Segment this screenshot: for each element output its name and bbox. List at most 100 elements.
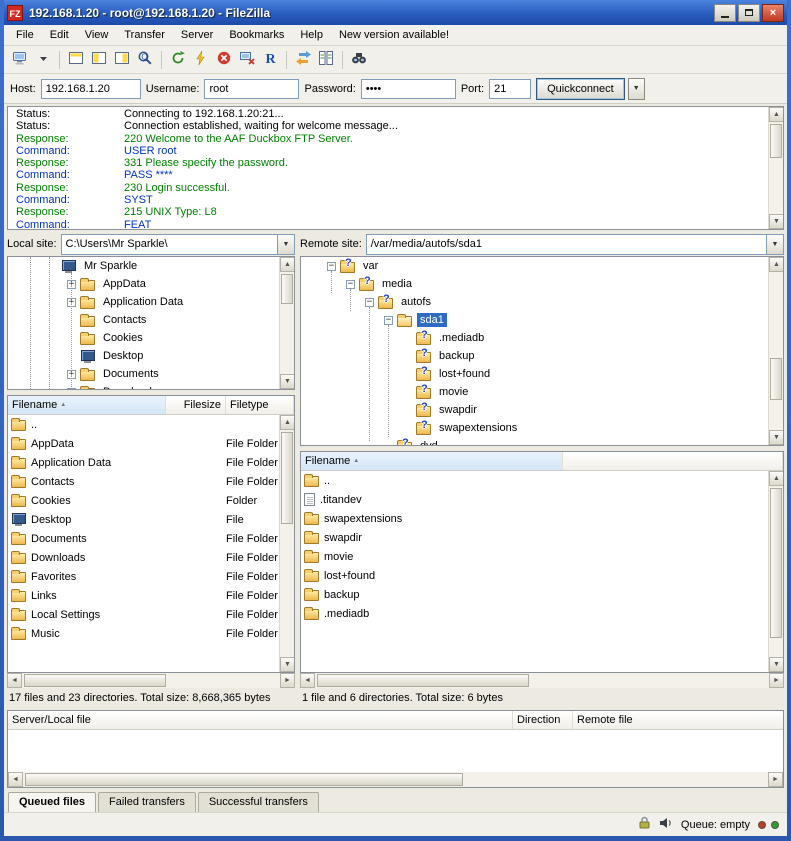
column-header-filename[interactable]: Filename▲ xyxy=(301,452,563,470)
directory-comparison-button[interactable] xyxy=(292,49,314,71)
tree-item-swapextensions[interactable]: ?swapextensions xyxy=(301,419,783,437)
scroll-up-icon[interactable]: ▲ xyxy=(769,107,784,122)
tree-item-mediadb[interactable]: ?.mediadb xyxy=(301,329,783,347)
site-manager-button[interactable] xyxy=(9,49,31,71)
scroll-right-icon[interactable]: ► xyxy=(280,673,295,688)
local-tree-scrollbar[interactable]: ▲ ▼ xyxy=(279,257,294,389)
scroll-thumb[interactable] xyxy=(770,124,782,158)
local-horizontal-scrollbar[interactable]: ◄ ► xyxy=(7,673,295,688)
host-input[interactable] xyxy=(41,79,141,99)
scroll-left-icon[interactable]: ◄ xyxy=(8,772,23,787)
remote-site-dropdown-icon[interactable]: ▼ xyxy=(766,235,783,254)
scroll-down-icon[interactable]: ▼ xyxy=(769,214,784,229)
disconnect-button[interactable] xyxy=(236,49,258,71)
file-row-up[interactable]: .. xyxy=(8,415,279,434)
scroll-down-icon[interactable]: ▼ xyxy=(280,657,295,672)
tab-queued-files[interactable]: Queued files xyxy=(8,792,96,812)
log-view-toggle-button[interactable] xyxy=(65,49,87,71)
local-site-combo[interactable]: C:\Users\Mr Sparkle\ ▼ xyxy=(61,234,295,255)
file-row-links[interactable]: LinksFile Folder xyxy=(8,586,279,605)
tree-item-mr-sparkle[interactable]: Mr Sparkle xyxy=(8,257,294,275)
quickconnect-button[interactable]: Quickconnect xyxy=(536,78,625,100)
tree-item-dvd[interactable]: ?dvd xyxy=(301,437,783,446)
file-row-downloads[interactable]: DownloadsFile Folder xyxy=(8,548,279,567)
synchronized-browsing-button[interactable] xyxy=(315,49,337,71)
local-list-scrollbar[interactable]: ▲ ▼ xyxy=(279,415,294,672)
port-input[interactable] xyxy=(489,79,531,99)
file-row-up[interactable]: .. xyxy=(301,471,768,490)
process-queue-button[interactable] xyxy=(190,49,212,71)
scroll-thumb[interactable] xyxy=(25,773,463,786)
column-header-filetype[interactable]: Filetype xyxy=(226,396,294,414)
scroll-track[interactable] xyxy=(315,673,769,688)
close-button[interactable]: × xyxy=(762,4,784,22)
title-bar[interactable]: FZ 192.168.1.20 - root@192.168.1.20 - Fi… xyxy=(4,0,787,25)
column-header-direction[interactable]: Direction xyxy=(513,711,573,729)
menu-item-transfer[interactable]: Transfer xyxy=(116,26,173,44)
collapse-icon[interactable]: − xyxy=(384,316,393,325)
site-manager-dropdown-button[interactable] xyxy=(32,49,54,71)
scroll-track[interactable] xyxy=(769,122,783,214)
menu-item-view[interactable]: View xyxy=(77,26,117,44)
tree-item-desktop[interactable]: Desktop xyxy=(8,347,294,365)
refresh-button[interactable] xyxy=(167,49,189,71)
collapse-icon[interactable]: − xyxy=(327,262,336,271)
reconnect-button[interactable]: R xyxy=(259,49,281,71)
tree-item-media[interactable]: −?media xyxy=(301,275,783,293)
scroll-thumb[interactable] xyxy=(281,274,293,304)
file-row-swapextensions[interactable]: swapextensions xyxy=(301,509,768,528)
menu-item-help[interactable]: Help xyxy=(292,26,331,44)
tree-item-swapdir[interactable]: ?swapdir xyxy=(301,401,783,419)
tree-item-cookies[interactable]: Cookies xyxy=(8,329,294,347)
scroll-up-icon[interactable]: ▲ xyxy=(769,471,784,486)
scroll-left-icon[interactable]: ◄ xyxy=(300,673,315,688)
scroll-down-icon[interactable]: ▼ xyxy=(769,430,784,445)
file-row-mediadb[interactable]: .mediadb xyxy=(301,604,768,623)
maximize-button[interactable] xyxy=(738,4,760,22)
minimize-button[interactable] xyxy=(714,4,736,22)
scroll-thumb[interactable] xyxy=(317,674,529,687)
scroll-left-icon[interactable]: ◄ xyxy=(7,673,22,688)
bell-icon[interactable] xyxy=(659,817,673,832)
scroll-thumb[interactable] xyxy=(770,358,782,400)
tree-item-var[interactable]: −?var xyxy=(301,257,783,275)
file-row-favorites[interactable]: FavoritesFile Folder xyxy=(8,567,279,586)
tree-item-backup[interactable]: ?backup xyxy=(301,347,783,365)
scroll-track[interactable] xyxy=(280,430,294,657)
menu-item-new-version-available[interactable]: New version available! xyxy=(331,26,457,44)
scroll-thumb[interactable] xyxy=(281,432,293,524)
file-row-backup[interactable]: backup xyxy=(301,585,768,604)
tab-failed-transfers[interactable]: Failed transfers xyxy=(98,792,196,812)
file-row-documents[interactable]: DocumentsFile Folder xyxy=(8,529,279,548)
column-header-filename[interactable]: Filename▲ xyxy=(8,396,166,414)
file-row-desktop[interactable]: DesktopFile xyxy=(8,510,279,529)
remote-site-combo[interactable]: /var/media/autofs/sda1 ▼ xyxy=(366,234,784,255)
file-row-swapdir[interactable]: swapdir xyxy=(301,528,768,547)
tab-successful-transfers[interactable]: Successful transfers xyxy=(198,792,319,812)
scroll-thumb[interactable] xyxy=(24,674,166,687)
username-input[interactable] xyxy=(204,79,299,99)
scroll-up-icon[interactable]: ▲ xyxy=(280,415,295,430)
menu-item-file[interactable]: File xyxy=(8,26,42,44)
tree-item-documents[interactable]: +Documents xyxy=(8,365,294,383)
local-site-dropdown-icon[interactable]: ▼ xyxy=(277,235,294,254)
file-row-titandev[interactable]: .titandev xyxy=(301,490,768,509)
local-tree-toggle-button[interactable] xyxy=(88,49,110,71)
collapse-icon[interactable]: − xyxy=(346,280,355,289)
column-header-remote-file[interactable]: Remote file xyxy=(573,711,783,729)
tree-item-downloads[interactable]: +Downloads xyxy=(8,383,294,390)
file-row-music[interactable]: MusicFile Folder xyxy=(8,624,279,643)
column-header-filesize[interactable]: Filesize xyxy=(166,396,226,414)
scroll-up-icon[interactable]: ▲ xyxy=(280,257,295,272)
scroll-track[interactable] xyxy=(280,272,294,374)
scroll-track[interactable] xyxy=(769,486,783,657)
remote-list-scrollbar[interactable]: ▲ ▼ xyxy=(768,471,783,672)
scroll-track[interactable] xyxy=(23,772,768,787)
menu-item-edit[interactable]: Edit xyxy=(42,26,77,44)
file-row-movie[interactable]: movie xyxy=(301,547,768,566)
menu-item-bookmarks[interactable]: Bookmarks xyxy=(221,26,292,44)
scroll-track[interactable] xyxy=(769,272,783,430)
file-row-appdata[interactable]: AppDataFile Folder xyxy=(8,434,279,453)
remote-tree-scrollbar[interactable]: ▲ ▼ xyxy=(768,257,783,445)
tree-item-contacts[interactable]: Contacts xyxy=(8,311,294,329)
